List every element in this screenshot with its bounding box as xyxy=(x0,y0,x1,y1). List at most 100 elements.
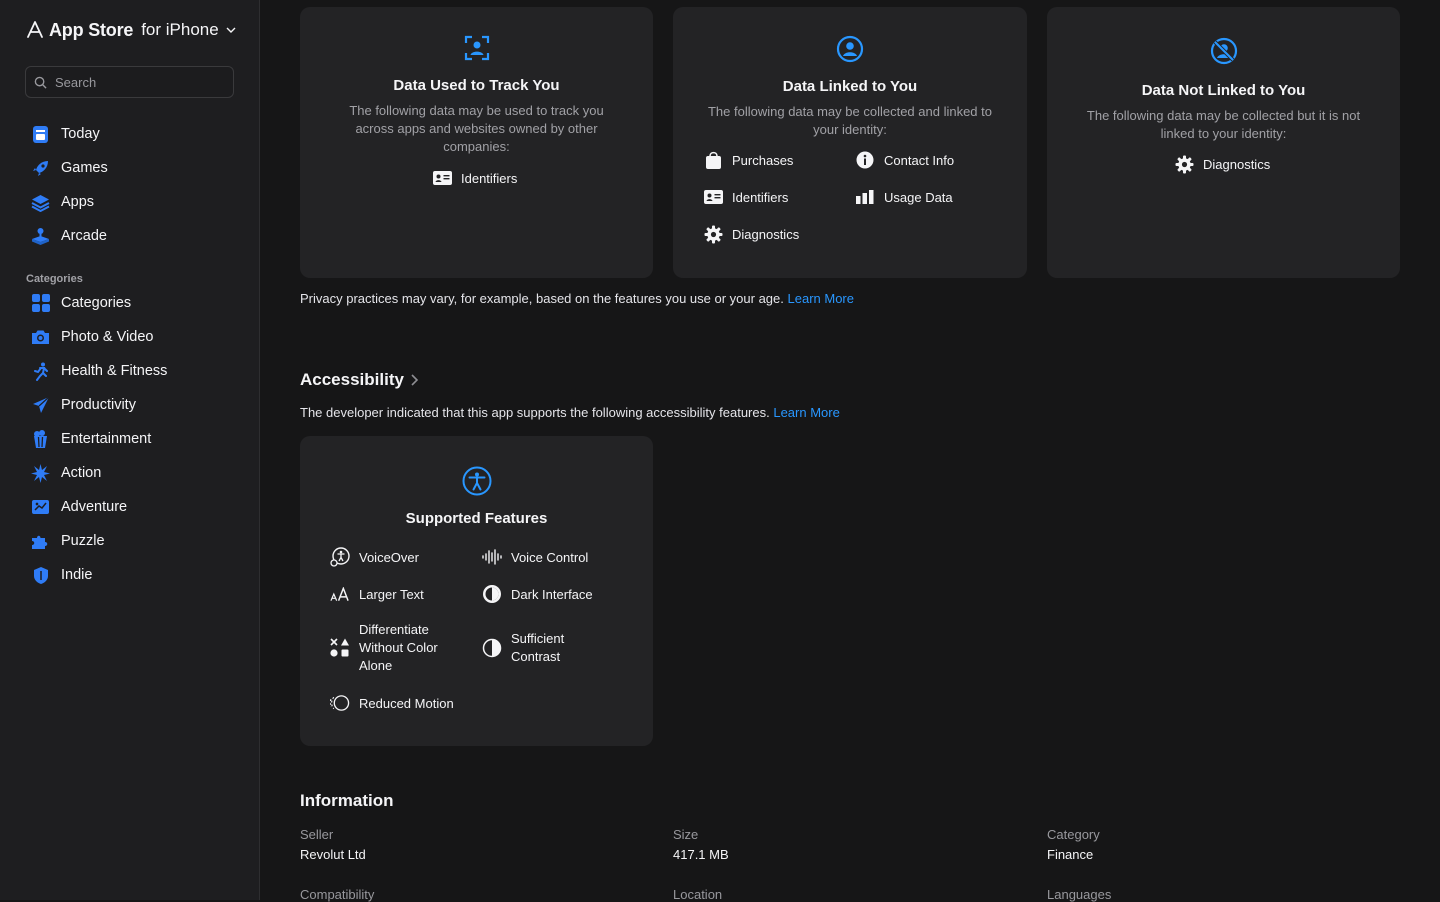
sidebar-item-label: Apps xyxy=(61,194,95,210)
data-type-identifiers: Identifiers xyxy=(703,187,788,207)
sidebar-item-label: Games xyxy=(61,160,108,176)
map-icon xyxy=(31,498,50,517)
feature-voice-control: Voice Control xyxy=(482,547,588,567)
learn-more-link[interactable]: Learn More xyxy=(773,405,839,420)
reduced-motion-icon xyxy=(330,693,350,713)
feature-larger-text: Larger Text xyxy=(330,584,424,604)
text-size-icon xyxy=(330,584,350,604)
accessibility-card: Supported Features VoiceOver Voice Contr… xyxy=(300,436,653,746)
gear-icon xyxy=(703,224,723,244)
platform-label: for iPhone xyxy=(141,20,219,39)
sidebar-item-action[interactable]: Action xyxy=(0,456,259,490)
data-type-label: Purchases xyxy=(732,152,794,168)
card-description: The following data may be collected and … xyxy=(707,104,992,137)
brand-label: App Store xyxy=(49,19,134,40)
sidebar: App Store for iPhone Today Games xyxy=(0,0,260,900)
feature-label: Larger Text xyxy=(359,586,424,602)
layers-icon xyxy=(31,193,50,212)
sidebar-item-label: Productivity xyxy=(61,397,136,413)
id-card-icon xyxy=(703,187,723,207)
primary-nav: Today Games Apps Arcade xyxy=(0,117,259,253)
sidebar-item-adventure[interactable]: Adventure xyxy=(0,490,259,524)
waveform-icon xyxy=(482,547,502,567)
feature-label: Reduced Motion xyxy=(359,695,454,711)
sidebar-item-label: Entertainment xyxy=(61,431,152,447)
sidebar-item-label: Indie xyxy=(61,567,93,583)
shapes-icon xyxy=(330,638,350,658)
sidebar-item-today[interactable]: Today xyxy=(0,117,259,151)
sidebar-item-label: Adventure xyxy=(61,499,128,515)
tracking-person-icon xyxy=(464,35,489,61)
sidebar-item-label: Puzzle xyxy=(61,533,105,549)
category-nav: Categories Photo & Video Health & Fitnes… xyxy=(0,286,259,592)
privacy-card-track: Data Used to Track You The following dat… xyxy=(300,7,653,278)
sidebar-item-puzzle[interactable]: Puzzle xyxy=(0,524,259,558)
burst-icon xyxy=(31,463,50,483)
privacy-note-text: Privacy practices may vary, for example,… xyxy=(300,291,784,306)
sidebar-item-label: Health & Fitness xyxy=(61,363,168,379)
popcorn-icon xyxy=(31,429,50,449)
data-type-diagnostics: Diagnostics xyxy=(703,224,799,244)
voiceover-icon xyxy=(330,547,350,567)
card-title: Supported Features xyxy=(405,510,548,527)
chevron-right-icon xyxy=(411,374,419,386)
feature-label: Dark Interface xyxy=(511,586,593,602)
today-icon xyxy=(31,125,50,144)
sidebar-item-indie[interactable]: Indie xyxy=(0,558,259,592)
data-type-usage-data: Usage Data xyxy=(855,187,953,207)
person-circle-icon xyxy=(836,35,864,63)
sidebar-item-apps[interactable]: Apps xyxy=(0,185,259,219)
info-value-category: Finance xyxy=(1047,847,1094,862)
puzzle-icon xyxy=(31,532,50,551)
running-icon xyxy=(31,362,50,381)
info-label-size: Size xyxy=(673,827,699,842)
section-title: Accessibility xyxy=(300,370,404,389)
info-label-category: Category xyxy=(1047,827,1100,842)
feature-voiceover: VoiceOver xyxy=(330,547,419,567)
accessibility-heading[interactable]: Accessibility xyxy=(300,370,419,390)
bar-chart-icon xyxy=(855,187,875,207)
data-type-purchases: Purchases xyxy=(703,150,793,170)
app-store-logo[interactable]: App Store for iPhone xyxy=(25,18,237,42)
sidebar-item-categories[interactable]: Categories xyxy=(0,286,259,320)
info-value-seller: Revolut Ltd xyxy=(300,847,366,862)
gear-icon xyxy=(1174,154,1194,174)
feature-reduced-motion: Reduced Motion xyxy=(330,693,454,713)
sidebar-item-games[interactable]: Games xyxy=(0,151,259,185)
card-title: Data Not Linked to You xyxy=(1141,82,1306,99)
learn-more-link[interactable]: Learn More xyxy=(788,291,854,306)
contrast-icon xyxy=(482,638,502,658)
sidebar-item-label: Arcade xyxy=(61,228,107,244)
data-type-label: Diagnostics xyxy=(1203,156,1271,172)
arcade-icon xyxy=(31,227,50,246)
data-type-contact-info: Contact Info xyxy=(855,150,954,170)
sidebar-item-arcade[interactable]: Arcade xyxy=(0,219,259,253)
search-icon xyxy=(34,76,47,89)
sidebar-item-label: Photo & Video xyxy=(61,329,154,345)
sidebar-item-health-fitness[interactable]: Health & Fitness xyxy=(0,354,259,388)
chevron-down-icon[interactable] xyxy=(225,24,237,36)
card-description: The following data may be used to track … xyxy=(349,103,604,154)
privacy-card-linked: Data Linked to You The following data ma… xyxy=(673,7,1027,278)
info-label-seller: Seller xyxy=(300,827,334,842)
accessibility-note: The developer indicated that this app su… xyxy=(300,405,840,420)
search-input[interactable] xyxy=(55,74,225,90)
data-type-label: Contact Info xyxy=(884,152,955,168)
section-title: Information xyxy=(300,791,394,810)
information-heading: Information xyxy=(300,791,394,811)
card-description: The following data may be collected but … xyxy=(1086,108,1361,141)
main-content: Data Used to Track You The following dat… xyxy=(260,0,1440,902)
sidebar-item-photo-video[interactable]: Photo & Video xyxy=(0,320,259,354)
sidebar-item-entertainment[interactable]: Entertainment xyxy=(0,422,259,456)
feature-dark-interface: Dark Interface xyxy=(482,584,593,604)
grid-icon xyxy=(31,294,50,313)
privacy-card-not-linked: Data Not Linked to You The following dat… xyxy=(1047,7,1400,278)
sidebar-item-label: Action xyxy=(61,465,102,481)
privacy-note: Privacy practices may vary, for example,… xyxy=(300,291,854,306)
data-type-diagnostics: Diagnostics xyxy=(1174,154,1270,174)
sidebar-item-productivity[interactable]: Productivity xyxy=(0,388,259,422)
feature-label: Differentiate Without Color Alone xyxy=(359,622,438,673)
feature-label: Sufficient Contrast xyxy=(511,631,565,664)
search-field[interactable] xyxy=(25,66,234,98)
data-type-label: Usage Data xyxy=(884,189,953,205)
